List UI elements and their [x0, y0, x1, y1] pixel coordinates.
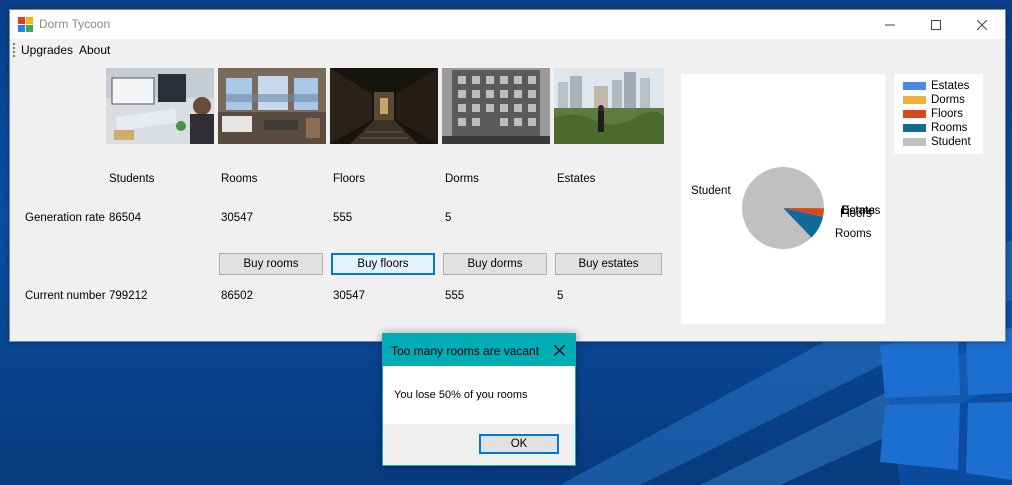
office-worker-photo: [106, 68, 214, 144]
legend-item-estates: Estates: [903, 79, 969, 92]
header-rooms: Rooms: [221, 173, 258, 185]
close-button[interactable]: [959, 10, 1005, 39]
menu-grip[interactable]: [13, 43, 15, 57]
legend-label: Floors: [931, 107, 963, 120]
maximize-icon: [931, 19, 941, 30]
legend-swatch: [903, 81, 926, 90]
maximize-button[interactable]: [913, 10, 959, 39]
dialog-title-bar[interactable]: Too many rooms are vacant: [383, 334, 575, 366]
menu-about[interactable]: About: [79, 43, 110, 57]
generation-dorms-value: 5: [445, 212, 452, 224]
buy-dorms-button[interactable]: Buy dorms: [443, 253, 547, 275]
apartment-building-photo: [442, 68, 550, 144]
pie-label-rooms: Rooms: [835, 228, 872, 240]
buy-rooms-button[interactable]: Buy rooms: [219, 253, 323, 275]
generation-rooms-value: 30547: [221, 212, 253, 224]
legend-item-student: Student: [903, 135, 971, 148]
current-students-value: 799212: [109, 290, 148, 302]
generation-floors-value: 555: [333, 212, 353, 224]
buy-floors-button[interactable]: Buy floors: [331, 253, 435, 275]
hotel-room-photo: [218, 68, 326, 144]
chart-legend: Estates Dorms Floors Rooms Student: [894, 74, 983, 154]
legend-item-dorms: Dorms: [903, 93, 965, 106]
windows-logo-pane: [966, 402, 1012, 480]
title-bar[interactable]: Dorm Tycoon: [10, 10, 1005, 39]
header-floors: Floors: [333, 173, 365, 185]
message-dialog: Too many rooms are vacant You lose 50% o…: [382, 333, 576, 466]
generation-students-value: 86504: [109, 212, 141, 224]
pie-label-floors: Floors: [840, 208, 872, 220]
window-title: Dorm Tycoon: [39, 17, 111, 31]
buy-estates-button[interactable]: Buy estates: [555, 253, 662, 275]
close-icon: [553, 344, 565, 356]
legend-swatch: [903, 137, 926, 146]
main-window: Dorm Tycoon Upgrades About Students Room…: [9, 9, 1006, 342]
current-floors-value: 30547: [333, 290, 365, 302]
legend-swatch: [903, 123, 926, 132]
legend-label: Dorms: [931, 93, 965, 106]
app-icon: [18, 17, 33, 32]
minimize-button[interactable]: [867, 10, 913, 39]
windows-logo-pane: [880, 335, 960, 398]
dark-hallway-photo: [330, 68, 438, 144]
legend-item-rooms: Rooms: [903, 121, 967, 134]
minimize-icon: [885, 24, 895, 25]
pie-label-student: Student: [691, 185, 731, 197]
legend-label: Rooms: [931, 121, 968, 134]
city-towers-photo: [554, 68, 664, 144]
dialog-close-button[interactable]: [543, 334, 575, 366]
dialog-footer: OK: [383, 424, 575, 465]
current-dorms-value: 555: [445, 290, 465, 302]
ok-button[interactable]: OK: [479, 434, 559, 454]
current-estates-value: 5: [557, 290, 564, 302]
windows-logo-pane: [880, 403, 960, 470]
legend-item-floors: Floors: [903, 107, 963, 120]
current-rooms-value: 86502: [221, 290, 253, 302]
generation-rate-label: Generation rate: [25, 212, 105, 224]
current-number-label: Current number: [25, 290, 106, 302]
pie-chart: Student Estates Dorms Floors Rooms: [691, 167, 881, 249]
header-estates: Estates: [557, 173, 596, 185]
legend-swatch: [903, 95, 926, 104]
pie-chart-panel: Student Estates Dorms Floors Rooms: [681, 74, 885, 324]
close-icon: [977, 19, 987, 30]
legend-label: Student: [931, 135, 971, 148]
legend-swatch: [903, 109, 926, 118]
header-students: Students: [109, 173, 155, 185]
dialog-message: You lose 50% of you rooms: [394, 389, 528, 401]
legend-label: Estates: [931, 79, 970, 92]
dialog-title: Too many rooms are vacant: [391, 344, 540, 358]
menu-bar: Upgrades About: [10, 39, 1005, 61]
menu-upgrades[interactable]: Upgrades: [21, 43, 73, 57]
header-dorms: Dorms: [445, 173, 479, 185]
